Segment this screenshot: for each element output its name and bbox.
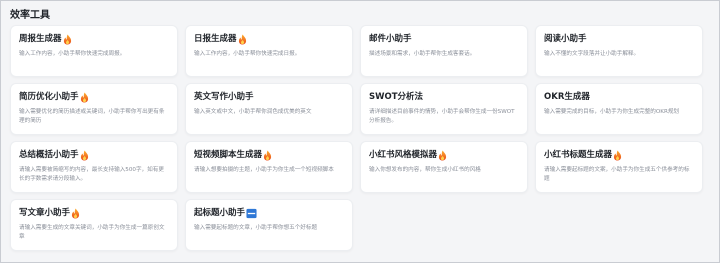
tool-card-description: 输入需要完成的目标，小助手为你生成完整的OKR规划 [544, 109, 680, 115]
tool-card-title-row: 小红书标题生成器 [544, 149, 694, 161]
fire-icon [238, 34, 246, 44]
tool-card-grid: 周报生成器 输入工作内容，小助手帮你快速完成周报。 日报生成器 输入工作内容，小助手帮… [10, 25, 703, 251]
tool-card-description: 请输入想要拍摄的主题，小助手为你生成一个短视频脚本 [194, 167, 334, 173]
tool-card-description: 输入需要优化的简历描述或关键词，小助手帮你写出更有条理的简历 [19, 109, 165, 124]
window-frame: 效率工具 周报生成器 输入工作内容，小助手帮你快速完成周报。 日报生成器 输入工作内容… [0, 0, 720, 263]
fire-icon [263, 150, 272, 160]
tool-card-description: 请输入需要起标题的文案，小助手为你生成五个供参考的标题 [544, 167, 690, 182]
tool-card[interactable]: 英文写作小助手输入英文或中文，小助手帮你润色成优美的英文 [185, 83, 353, 135]
tool-card[interactable]: 简历优化小助手输入需要优化的简历描述或关键词，小助手帮你写出更有条理的简历 [10, 83, 178, 135]
tool-card-title-row: 小红书风格模拟器 [369, 149, 519, 161]
tool-card[interactable]: 起标题小助手输入需要起标题的文章，小助手帮你想五个好标题 [185, 199, 353, 251]
tool-card-title-row: 日报生成器 [194, 33, 344, 45]
fire-icon [71, 208, 80, 218]
fire-icon [80, 92, 88, 102]
tool-card[interactable]: 写文章小助手请输入需要生成的文章关键词，小助手为你生成一篇原创文章 [10, 199, 178, 251]
tool-card-title-row: 起标题小助手 [194, 207, 344, 219]
tool-card-title: 简历优化小助手 [19, 92, 79, 102]
tool-card[interactable]: 日报生成器输入工作内容，小助手帮你快速完成日报。 [185, 25, 353, 77]
tool-card-title: 小红书风格模拟器 [369, 150, 438, 160]
tool-card-title: 短视频脚本生成器 [194, 150, 263, 160]
tool-card-title-row: 短视频脚本生成器 [194, 149, 344, 161]
fire-icon [613, 150, 622, 160]
tool-card[interactable]: 阅读小助手输入不懂的文字段落并让小助手解释。 [535, 25, 703, 77]
new-icon [246, 208, 257, 218]
tool-card-title-row: 总结概括小助手 [19, 149, 169, 161]
fire-icon [63, 34, 71, 44]
tool-card[interactable]: OKR生成器输入需要完成的目标，小助手为你生成完整的OKR规划 [535, 83, 703, 135]
tool-card-title: 日报生成器 [194, 34, 237, 44]
tool-card-title-row: 阅读小助手 [544, 33, 694, 45]
tool-card-title: 英文写作小助手 [194, 92, 254, 102]
fire-icon [438, 150, 447, 160]
tool-card-title: 写文章小助手 [19, 208, 71, 218]
tool-card[interactable]: 小红书风格模拟器输入你想发布的内容，帮你生成小红书的风格 [360, 141, 528, 193]
tool-card-title: OKR生成器 [544, 92, 590, 102]
tool-card-title: 小红书标题生成器 [544, 150, 613, 160]
tool-card-title: 周报生成器 [19, 34, 62, 44]
tool-card-title-row: 周报生成器 [19, 33, 169, 45]
tool-card[interactable]: 短视频脚本生成器请输入想要拍摄的主题，小助手为你生成一个短视频脚本 [185, 141, 353, 193]
tool-card-title-row: 写文章小助手 [19, 207, 169, 219]
tool-card-description: 请输入需要被简缩写的内容，最长支持输入500字，如有更长的字数需求请分段输入。 [19, 167, 164, 182]
tool-card[interactable]: SWOT分析法请详细描述目前事件的情势，小助手会帮你生成一份SWOT分析报告。 [360, 83, 528, 135]
tool-card-description: 请输入需要生成的文章关键词，小助手为你生成一篇原创文章 [19, 225, 165, 240]
tool-card-title-row: 英文写作小助手 [194, 91, 344, 103]
fire-icon [80, 150, 88, 160]
tool-card-description: 输入工作内容，小助手帮你快速完成日报。 [194, 51, 301, 57]
tool-card-title-row: 简历优化小助手 [19, 91, 169, 103]
tool-card-title-row: OKR生成器 [544, 91, 694, 103]
tool-card[interactable]: 总结概括小助手请输入需要被简缩写的内容，最长支持输入500字，如有更长的字数需求… [10, 141, 178, 193]
tool-card-description: 输入不懂的文字段落并让小助手解释。 [544, 51, 640, 57]
tool-card-description: 输入英文或中文，小助手帮你润色成优美的英文 [194, 109, 312, 115]
tool-card[interactable]: 邮件小助手描述场景和需求，小助手帮你生成客套话。 [360, 25, 528, 77]
tool-card-description: 请详细描述目前事件的情势，小助手会帮你生成一份SWOT分析报告。 [369, 109, 515, 124]
tool-card-description: 描述场景和需求，小助手帮你生成客套话。 [369, 51, 476, 57]
tool-card-title: 起标题小助手 [194, 208, 246, 218]
tool-card[interactable]: 小红书标题生成器请输入需要起标题的文案，小助手为你生成五个供参考的标题 [535, 141, 703, 193]
tool-card-description: 输入工作内容，小助手帮你快速完成周报。 [19, 51, 126, 57]
tool-card-description: 输入你想发布的内容，帮你生成小红书的风格 [369, 167, 481, 173]
tool-card-title: 邮件小助手 [369, 34, 412, 44]
tool-card-title-row: SWOT分析法 [369, 91, 519, 103]
section-title: 效率工具 [10, 10, 50, 21]
tool-card-title: 总结概括小助手 [19, 150, 79, 160]
tool-card-description: 输入需要起标题的文章，小助手帮你想五个好标题 [194, 225, 318, 231]
tool-card-title-row: 邮件小助手 [369, 33, 519, 45]
tool-card[interactable]: 周报生成器输入工作内容，小助手帮你快速完成周报。 [10, 25, 178, 77]
tool-card-title: 阅读小助手 [544, 34, 587, 44]
tool-card-title: SWOT分析法 [369, 92, 424, 102]
